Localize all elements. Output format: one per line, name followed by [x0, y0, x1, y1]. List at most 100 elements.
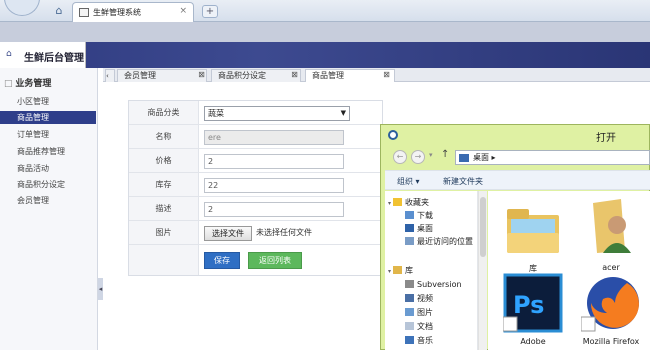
stock-field[interactable]: 22: [204, 178, 344, 193]
tab-scroll-left[interactable]: ‹: [105, 69, 115, 82]
address-bar[interactable]: 桌面 ▸: [455, 150, 650, 165]
nav-music[interactable]: 音乐: [405, 335, 433, 347]
dialog-title: 打开: [596, 133, 616, 144]
sidebar-item-recommendations[interactable]: 商品推荐管理: [0, 145, 96, 158]
recent-places-icon: [405, 237, 414, 245]
sidebar-group-label: 业务管理: [15, 79, 52, 89]
organize-menu[interactable]: 组织 ▾: [397, 176, 420, 187]
app-banner: [0, 22, 650, 42]
download-icon: [405, 211, 414, 219]
dialog-files-pane: 库 acer Ps Adobe Mozilla Firefox: [488, 191, 650, 350]
history-dropdown-icon[interactable]: ▾: [429, 151, 433, 159]
category-select[interactable]: 蔬菜 ▼: [204, 106, 350, 121]
sidebar-item-activities[interactable]: 商品活动: [0, 162, 96, 175]
choose-file-button[interactable]: 选择文件: [204, 226, 252, 241]
form-row-description: 描述 2: [129, 197, 382, 221]
tab-label: 商品管理: [312, 71, 344, 80]
sidebar-item-orders[interactable]: 订单管理: [0, 128, 96, 141]
dialog-navigation-pane: ▾ 收藏夹 下载 桌面 最近访问的位置 ▾ 库 Subversion 视频 图片 文…: [385, 191, 478, 350]
tab-points-settings[interactable]: 商品积分设定: [211, 69, 301, 82]
svg-text:Ps: Ps: [513, 291, 544, 319]
star-icon: [393, 198, 403, 206]
app-header: [0, 42, 650, 68]
nav-video[interactable]: 视频: [405, 293, 433, 305]
close-tab-icon[interactable]: ×: [179, 6, 187, 16]
save-button[interactable]: 保存: [204, 252, 240, 269]
nav-documents[interactable]: 文档: [405, 321, 433, 333]
file-label: Mozilla Firefox: [582, 337, 640, 346]
chevron-left-icon: ‹: [106, 72, 109, 80]
desktop-icon: [405, 224, 414, 232]
file-item-adobe[interactable]: Ps Adobe: [500, 273, 566, 350]
home-icon: ⌂: [6, 49, 12, 59]
nav-pane-scrollbar[interactable]: [478, 191, 487, 350]
collapse-icon: □: [4, 79, 16, 89]
close-icon[interactable]: ⊠: [197, 70, 206, 79]
product-form: 商品分类 蔬菜 ▼ 名称 ere 价格 2 库存 22 描述 2 图片 选择文件 …: [128, 100, 383, 276]
nav-desktop[interactable]: 桌面: [405, 223, 433, 235]
form-row-price: 价格 2: [129, 149, 382, 173]
field-label: [129, 245, 199, 275]
description-field[interactable]: 2: [204, 202, 344, 217]
sidebar-toggle[interactable]: ◂: [98, 278, 103, 300]
form-row-image: 图片 选择文件 未选择任何文件: [129, 221, 382, 245]
field-label: 商品分类: [129, 101, 199, 124]
field-label: 价格: [129, 149, 199, 172]
file-label: acer: [602, 263, 620, 272]
nav-pictures[interactable]: 图片: [405, 307, 433, 319]
sidebar-group-business[interactable]: □ 业务管理: [4, 76, 51, 89]
nav-favorites[interactable]: ▾ 收藏夹: [388, 197, 429, 209]
dialog-app-icon: [388, 130, 398, 140]
nav-downloads[interactable]: 下载: [405, 210, 433, 222]
file-status: 未选择任何文件: [256, 228, 312, 237]
folder-icon: [507, 209, 559, 253]
page-icon: [79, 8, 89, 17]
file-item-library[interactable]: 库: [500, 195, 566, 275]
scrollbar-thumb[interactable]: [480, 197, 486, 257]
forward-arrow-icon[interactable]: →: [411, 150, 425, 164]
select-value: 蔬菜: [208, 109, 224, 118]
browser-tab[interactable]: 生鲜管理系统 ×: [72, 2, 194, 22]
subversion-icon: [405, 280, 414, 288]
app-title: 生鲜后台管理: [24, 53, 84, 64]
browser-tab-title: 生鲜管理系统: [93, 8, 141, 17]
form-row-stock: 库存 22: [129, 173, 382, 197]
folder-icon: [459, 154, 469, 162]
sidebar-item-community[interactable]: 小区管理: [0, 95, 96, 108]
name-field[interactable]: ere: [204, 130, 344, 145]
file-item-acer[interactable]: acer: [578, 195, 644, 275]
home-icon[interactable]: ⌂: [52, 4, 66, 18]
new-folder-button[interactable]: 新建文件夹: [443, 176, 483, 187]
close-icon[interactable]: ⊠: [382, 70, 391, 79]
dialog-toolbar: 组织 ▾ 新建文件夹: [385, 170, 650, 190]
tab-label: 商品积分设定: [218, 71, 266, 80]
dropdown-arrow-icon: ▼: [340, 109, 346, 117]
breadcrumb: 桌面 ▸: [473, 153, 496, 162]
close-icon[interactable]: ⊠: [290, 70, 299, 79]
tab-members[interactable]: 会员管理: [117, 69, 207, 82]
content-tab-bar: ‹ 会员管理 ⊠ 商品积分设定 ⊠ 商品管理 ⊠: [103, 68, 650, 82]
expand-icon: ▾: [388, 200, 392, 207]
up-arrow-icon[interactable]: ↑: [441, 149, 449, 160]
form-row-name: 名称 ere: [129, 125, 382, 149]
field-label: 图片: [129, 221, 199, 244]
nav-recent[interactable]: 最近访问的位置: [405, 236, 473, 248]
photoshop-icon: Ps: [503, 273, 563, 333]
documents-icon: [405, 322, 414, 330]
form-row-actions: 保存 返回列表: [129, 245, 382, 275]
user-folder-icon: [593, 199, 631, 253]
library-icon: [393, 266, 403, 274]
file-item-firefox[interactable]: Mozilla Firefox: [578, 273, 644, 350]
music-icon: [405, 336, 414, 344]
sidebar-item-products[interactable]: 商品管理: [0, 111, 96, 124]
back-arrow-icon[interactable]: ←: [393, 150, 407, 164]
nav-library[interactable]: ▾ 库: [388, 265, 413, 277]
price-field[interactable]: 2: [204, 154, 344, 169]
sidebar-item-points[interactable]: 商品积分设定: [0, 178, 96, 191]
back-to-list-button[interactable]: 返回列表: [248, 252, 302, 269]
sidebar-item-members[interactable]: 会员管理: [0, 194, 96, 207]
firefox-icon: [581, 277, 639, 332]
video-icon: [405, 294, 414, 302]
nav-subversion[interactable]: Subversion: [405, 279, 462, 291]
new-tab-button[interactable]: +: [202, 5, 218, 18]
